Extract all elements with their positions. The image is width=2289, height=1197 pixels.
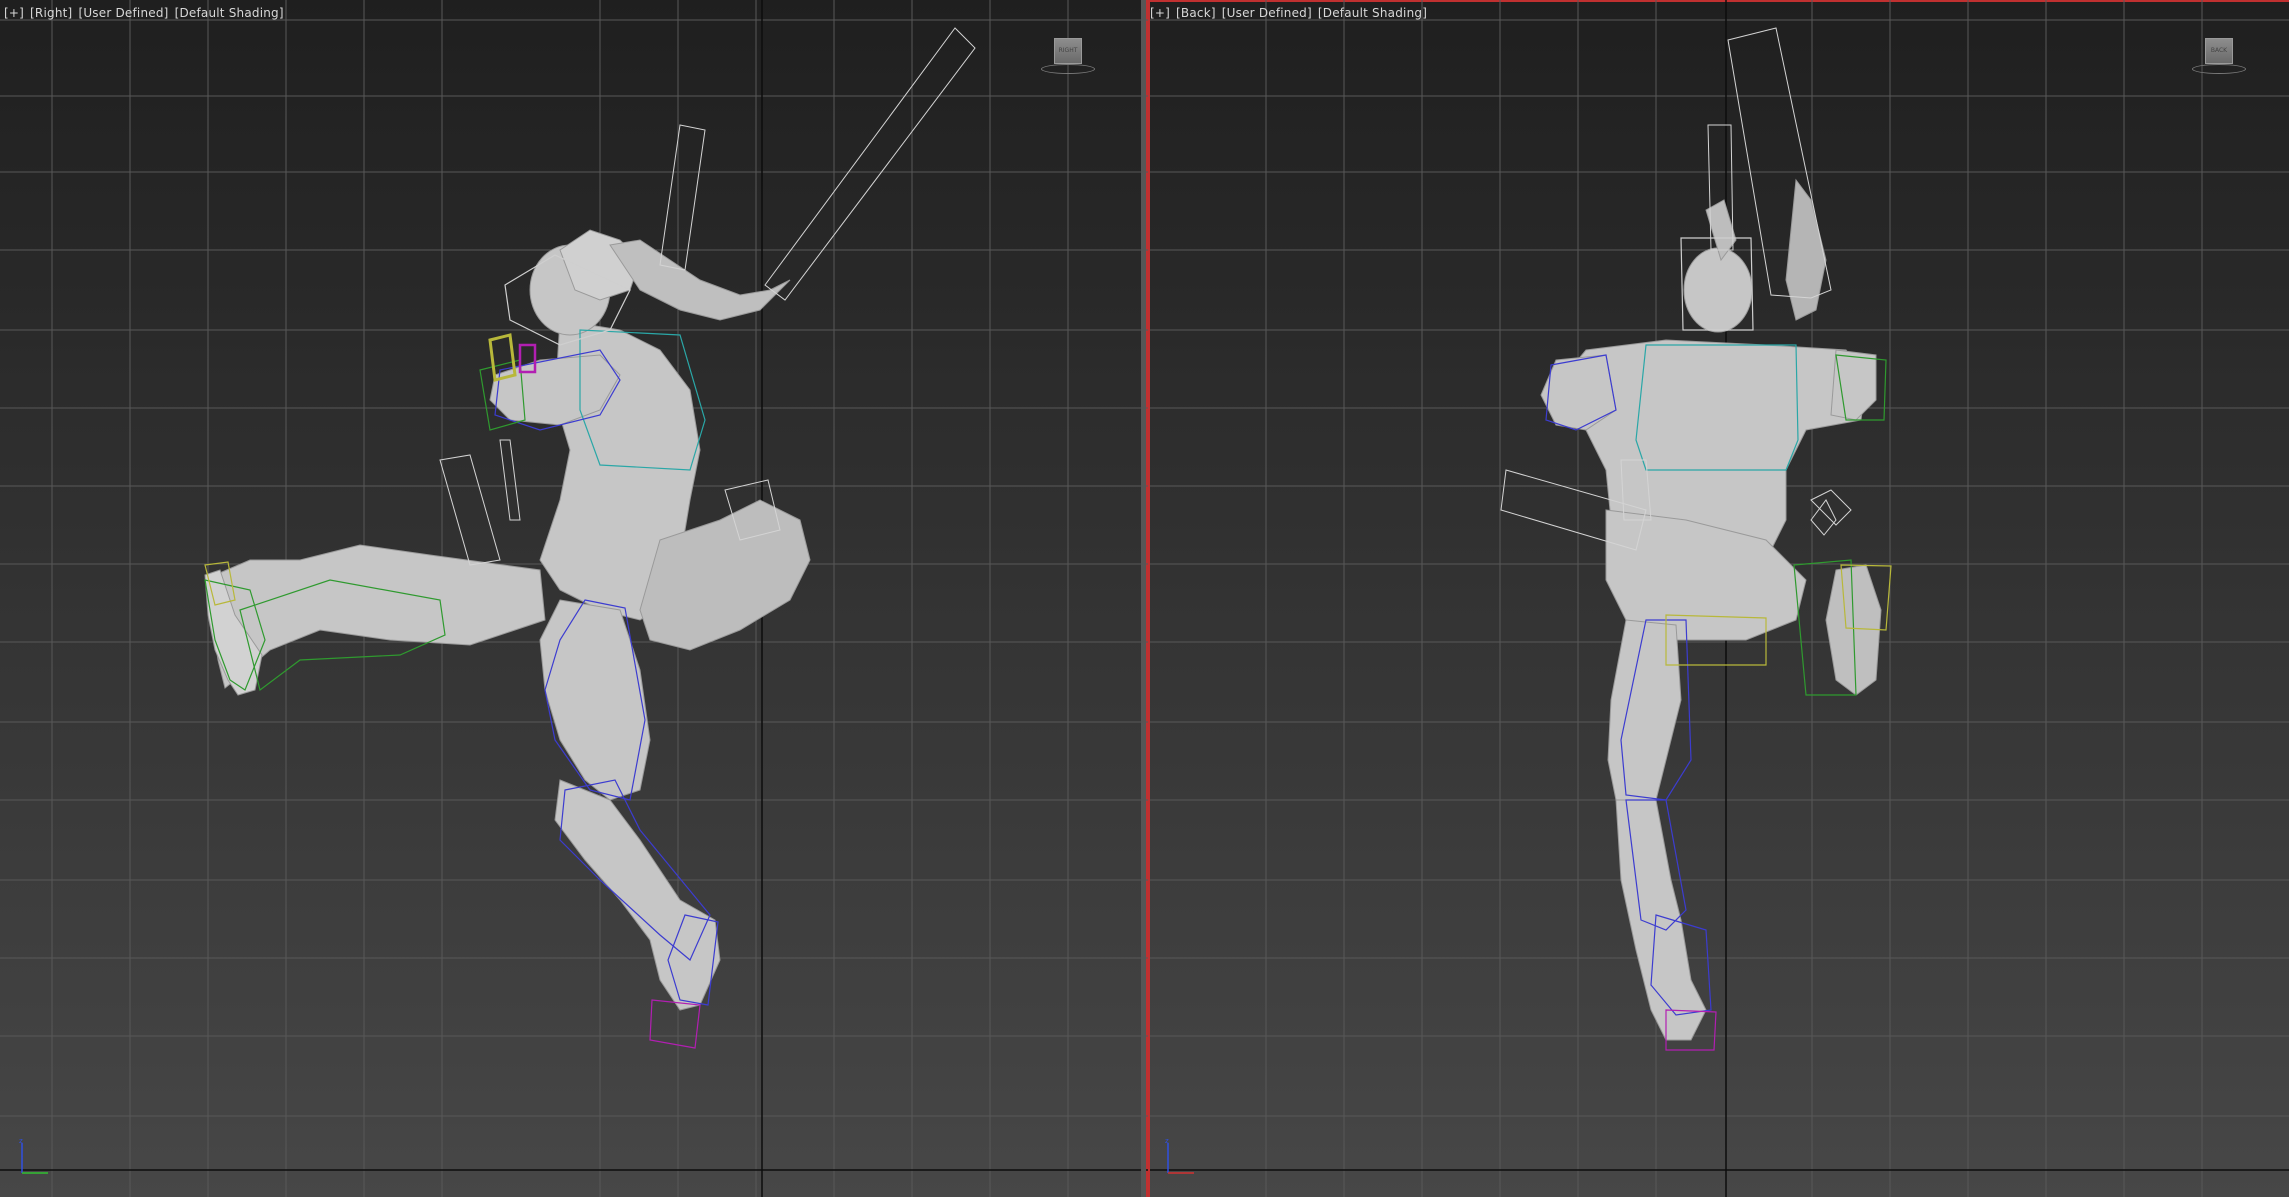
viewport-menu-button[interactable]: [+]: [3, 6, 25, 20]
viewport-back-canvas[interactable]: [1146, 0, 2289, 1197]
view-type-menu[interactable]: [Right]: [29, 6, 73, 20]
viewport-label[interactable]: [+] [Back] [User Defined] [Default Shadi…: [1149, 6, 1428, 20]
helper-sword: [764, 27, 976, 301]
character-mesh-side[interactable]: [204, 229, 811, 1011]
axis-tripod-icon: z: [1165, 1137, 1194, 1174]
viewport-menu-button[interactable]: [+]: [1149, 6, 1171, 20]
shading-menu[interactable]: [Default Shading]: [174, 6, 285, 20]
helper-tall-box: [659, 124, 706, 271]
viewcube-icon[interactable]: BACK: [2192, 38, 2246, 74]
viewport-label[interactable]: [+] [Right] [User Defined] [Default Shad…: [3, 6, 285, 20]
viewport-right[interactable]: [+] [Right] [User Defined] [Default Shad…: [0, 0, 1141, 1197]
dual-viewport-workspace: [+] [Right] [User Defined] [Default Shad…: [0, 0, 2289, 1197]
grid: [0, 0, 1141, 1197]
helper-box-right: [1810, 489, 1852, 526]
character-mesh-back[interactable]: [1540, 178, 1882, 1041]
viewcube-face[interactable]: RIGHT: [1054, 38, 1082, 64]
viewcube-compass-ring[interactable]: [1041, 64, 1095, 74]
shading-menu[interactable]: [Default Shading]: [1317, 6, 1428, 20]
helper-box-right2: [1810, 499, 1837, 536]
camera-menu[interactable]: [User Defined]: [77, 6, 169, 20]
svg-text:z: z: [19, 1137, 23, 1145]
viewcube-compass-ring[interactable]: [2192, 64, 2246, 74]
view-type-menu[interactable]: [Back]: [1175, 6, 1217, 20]
svg-text:z: z: [1165, 1137, 1169, 1145]
axis-tripod-icon: z: [19, 1137, 48, 1174]
viewcube-icon[interactable]: RIGHT: [1041, 38, 1095, 74]
viewport-back[interactable]: [+] [Back] [User Defined] [Default Shadi…: [1146, 0, 2289, 1197]
world-axis-lines: [0, 0, 1141, 1197]
camera-menu[interactable]: [User Defined]: [1221, 6, 1313, 20]
helper-box-left: [439, 454, 501, 566]
helper-box-small: [499, 439, 521, 521]
viewcube-face[interactable]: BACK: [2205, 38, 2233, 64]
viewport-right-canvas[interactable]: [0, 0, 1141, 1197]
